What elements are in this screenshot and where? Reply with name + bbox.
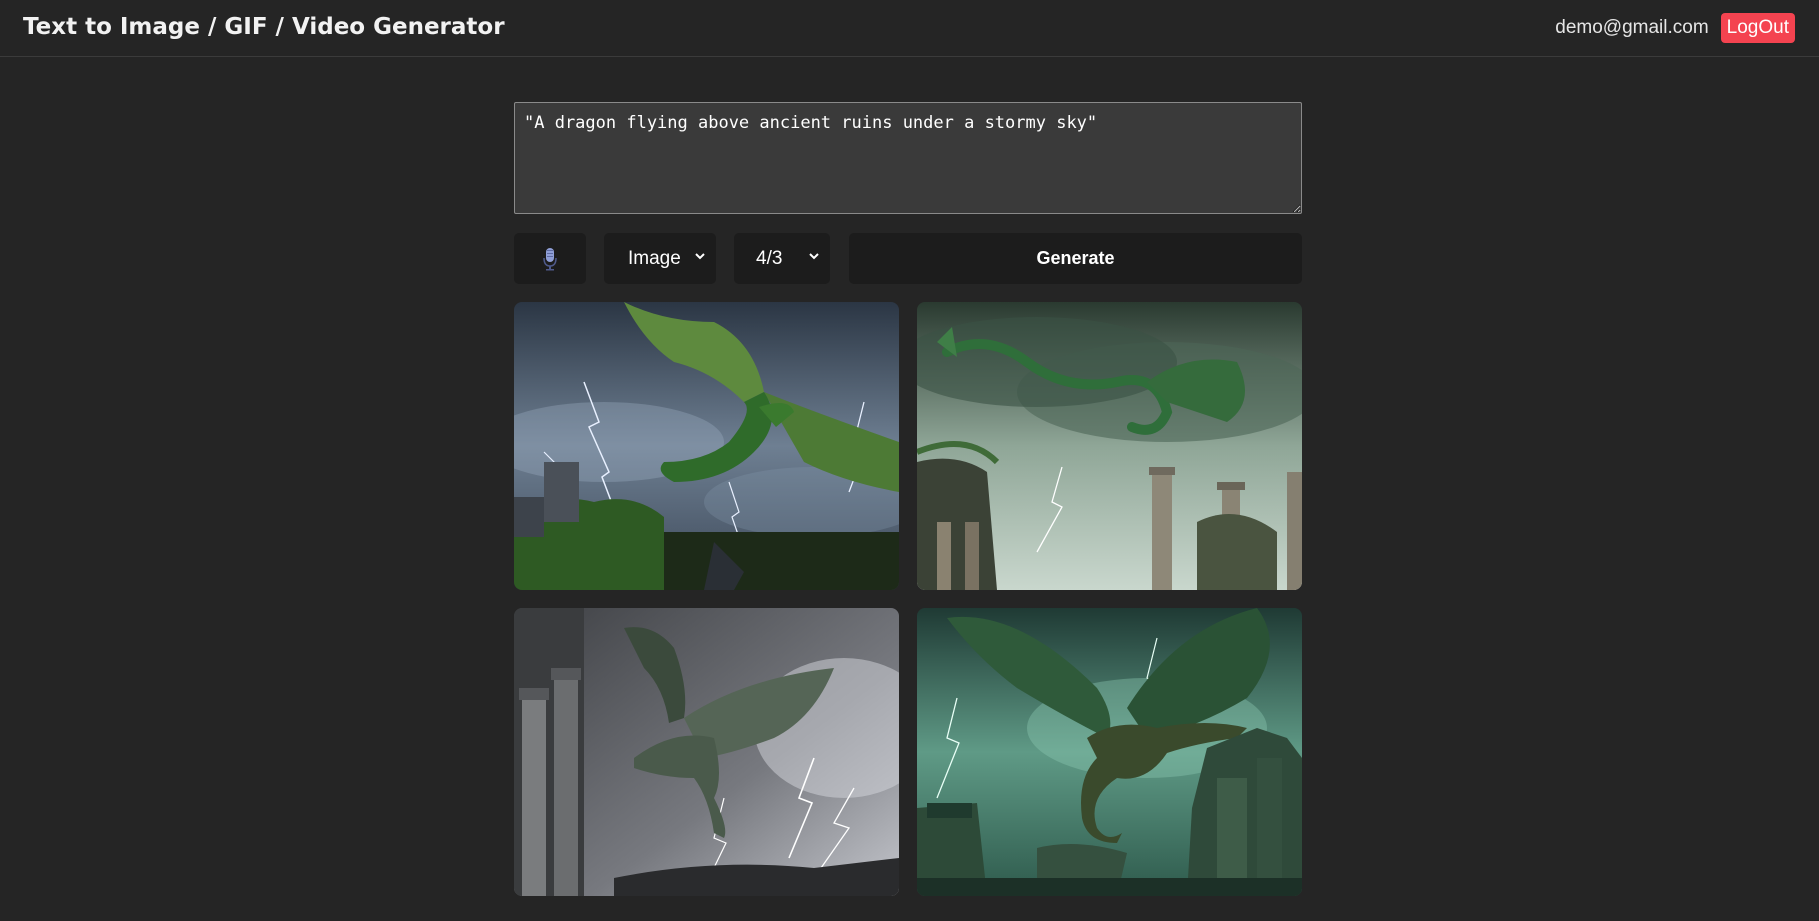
media-type-select[interactable]: Image — [604, 233, 716, 284]
aspect-ratio-select[interactable]: 4/3 — [734, 233, 830, 284]
user-area: demo@gmail.com LogOut — [1555, 13, 1795, 43]
microphone-icon — [543, 247, 557, 270]
app-header: Text to Image / GIF / Video Generator de… — [0, 0, 1819, 57]
mic-button[interactable] — [514, 233, 586, 284]
chevron-down-icon — [695, 253, 705, 260]
generate-button[interactable]: Generate — [849, 233, 1302, 284]
media-type-value: Image — [628, 247, 681, 269]
aspect-ratio-value: 4/3 — [756, 247, 783, 269]
generated-image-4[interactable] — [917, 608, 1302, 896]
generated-image-2[interactable] — [917, 302, 1302, 590]
generated-image-3[interactable] — [514, 608, 899, 896]
logout-button[interactable]: LogOut — [1720, 13, 1795, 43]
chevron-down-icon — [809, 253, 819, 260]
app-title: Text to Image / GIF / Video Generator — [23, 14, 505, 40]
controls-bar: Image 4/3 Generate — [514, 233, 1302, 284]
prompt-input[interactable] — [514, 102, 1302, 214]
user-email: demo@gmail.com — [1555, 17, 1709, 38]
generated-image-1[interactable] — [514, 302, 899, 590]
